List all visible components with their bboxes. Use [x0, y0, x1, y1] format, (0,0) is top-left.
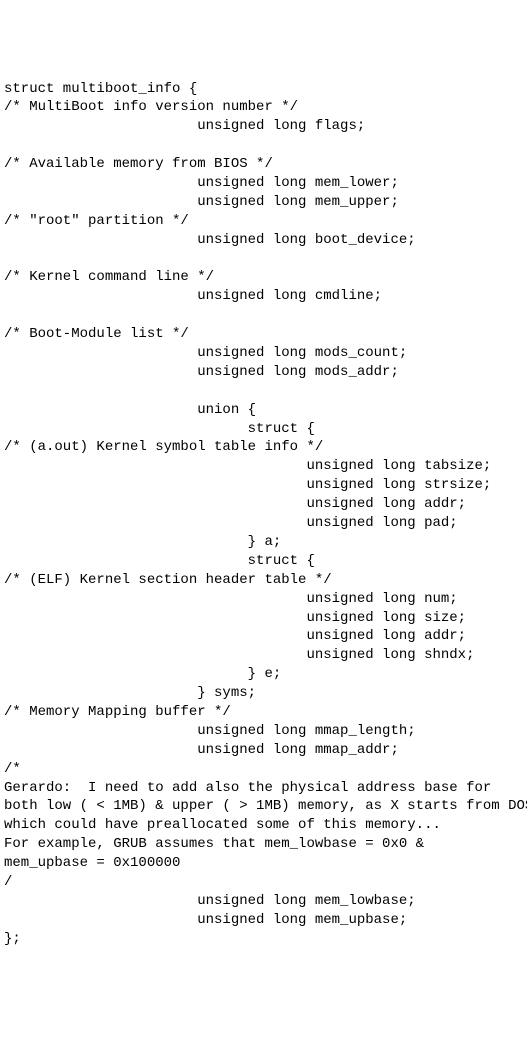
code-line: /* Available memory from BIOS */ [4, 155, 523, 174]
code-line: unsigned long mmap_addr; [4, 741, 523, 760]
code-line: unsigned long tabsize; [4, 457, 523, 476]
code-line: Gerardo: I need to add also the physical… [4, 779, 523, 798]
code-line: unsigned long mmap_length; [4, 722, 523, 741]
code-line: For example, GRUB assumes that mem_lowba… [4, 835, 523, 854]
code-line: }; [4, 930, 523, 949]
code-line: /* Memory Mapping buffer */ [4, 703, 523, 722]
code-line: } a; [4, 533, 523, 552]
code-line [4, 306, 523, 325]
code-line: unsigned long boot_device; [4, 231, 523, 250]
code-line: unsigned long mem_lower; [4, 174, 523, 193]
code-line: unsigned long shndx; [4, 646, 523, 665]
code-line: } e; [4, 665, 523, 684]
code-line: both low ( < 1MB) & upper ( > 1MB) memor… [4, 797, 523, 816]
code-line: unsigned long mem_upbase; [4, 911, 523, 930]
code-line: /* MultiBoot info version number */ [4, 98, 523, 117]
code-line: unsigned long flags; [4, 117, 523, 136]
code-line: union { [4, 401, 523, 420]
code-line: unsigned long addr; [4, 495, 523, 514]
code-line: unsigned long mods_count; [4, 344, 523, 363]
code-line: unsigned long addr; [4, 627, 523, 646]
code-line: /* "root" partition */ [4, 212, 523, 231]
code-line: /* (a.out) Kernel symbol table info */ [4, 438, 523, 457]
code-line: unsigned long mem_lowbase; [4, 892, 523, 911]
code-line [4, 382, 523, 401]
code-line: unsigned long pad; [4, 514, 523, 533]
code-line: which could have preallocated some of th… [4, 816, 523, 835]
code-line: unsigned long cmdline; [4, 287, 523, 306]
code-block: struct multiboot_info {/* MultiBoot info… [4, 80, 523, 949]
code-line: struct { [4, 420, 523, 439]
code-line: struct { [4, 552, 523, 571]
code-line: /* [4, 760, 523, 779]
code-line: unsigned long mods_addr; [4, 363, 523, 382]
code-line: /* (ELF) Kernel section header table */ [4, 571, 523, 590]
code-line: /* Kernel command line */ [4, 268, 523, 287]
code-line: mem_upbase = 0x100000 [4, 854, 523, 873]
code-line: } syms; [4, 684, 523, 703]
code-line: unsigned long num; [4, 590, 523, 609]
code-line [4, 250, 523, 269]
code-line: unsigned long strsize; [4, 476, 523, 495]
code-line: unsigned long mem_upper; [4, 193, 523, 212]
code-line: /* Boot-Module list */ [4, 325, 523, 344]
code-line: struct multiboot_info { [4, 80, 523, 99]
code-line: unsigned long size; [4, 609, 523, 628]
code-line [4, 136, 523, 155]
